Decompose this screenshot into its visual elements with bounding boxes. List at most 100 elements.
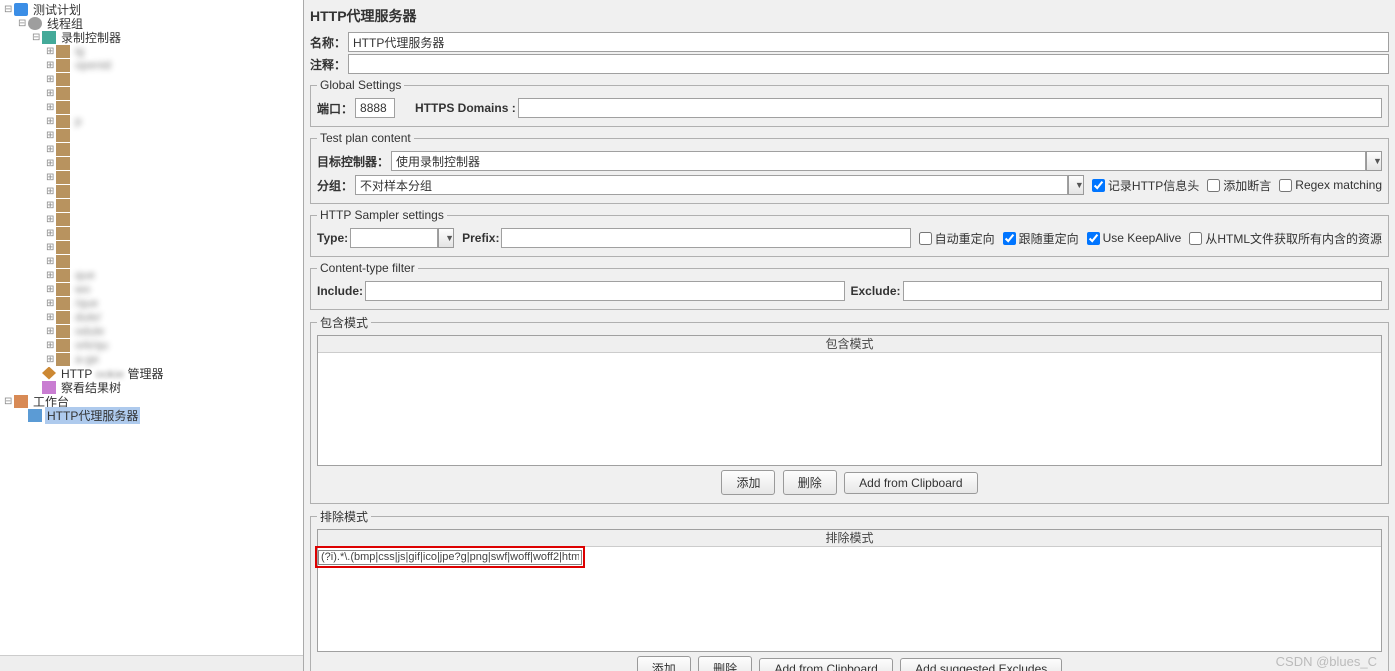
- tree-sampler[interactable]: ⊞: [46, 170, 303, 184]
- target-controller-select[interactable]: [391, 151, 1366, 171]
- tree-sampler[interactable]: ⊞: [46, 226, 303, 240]
- collapse-icon[interactable]: ⊟: [32, 32, 42, 43]
- tree-sampler[interactable]: ⊞: [46, 254, 303, 268]
- cookie-icon: [42, 367, 56, 380]
- expand-icon[interactable]: ⊞: [46, 144, 56, 155]
- add-assertion-checkbox[interactable]: [1207, 179, 1220, 192]
- tree-sampler[interactable]: ⊞: [46, 142, 303, 156]
- tree-sampler[interactable]: ⊞que: [46, 268, 303, 282]
- keepalive-checkbox[interactable]: [1087, 232, 1100, 245]
- include-patterns-fieldset: 包含模式 包含模式 添加 删除 Add from Clipboard: [310, 314, 1389, 504]
- expand-icon[interactable]: ⊞: [46, 158, 56, 169]
- add-from-clipboard-button[interactable]: Add from Clipboard: [844, 472, 977, 494]
- add-button[interactable]: 添加: [637, 656, 691, 671]
- expand-icon[interactable]: ⊞: [46, 116, 56, 127]
- expand-icon[interactable]: ⊞: [46, 102, 56, 113]
- tree-sampler[interactable]: ⊞wo: [46, 282, 303, 296]
- expand-icon[interactable]: ⊞: [46, 270, 56, 281]
- tree-sampler[interactable]: ⊞: [46, 240, 303, 254]
- exclude-pattern-row[interactable]: [318, 550, 582, 565]
- expand-icon[interactable]: ⊞: [46, 200, 56, 211]
- sampler-icon: [56, 241, 70, 254]
- grouping-label: 分组：: [317, 177, 355, 194]
- keepalive-label: Use KeepAlive: [1103, 231, 1182, 245]
- expand-icon[interactable]: ⊞: [46, 228, 56, 239]
- tree-sampler[interactable]: ⊞p: [46, 114, 303, 128]
- expand-icon[interactable]: ⊞: [46, 242, 56, 253]
- expand-icon[interactable]: ⊞: [46, 60, 56, 71]
- expand-icon[interactable]: ⊞: [46, 46, 56, 57]
- expand-icon[interactable]: ⊞: [46, 298, 56, 309]
- watermark: CSDN @blues_C: [1276, 654, 1377, 669]
- collapse-icon[interactable]: ⊟: [4, 4, 14, 15]
- expand-icon[interactable]: ⊞: [46, 326, 56, 337]
- follow-redirect-checkbox[interactable]: [1003, 232, 1016, 245]
- tree-sampler[interactable]: ⊞: [46, 128, 303, 142]
- horizontal-scrollbar[interactable]: [0, 655, 303, 671]
- delete-button[interactable]: 删除: [783, 470, 837, 495]
- dropdown-icon[interactable]: ▼: [1366, 151, 1382, 171]
- type-select[interactable]: [350, 228, 438, 248]
- expand-icon[interactable]: ⊞: [46, 354, 56, 365]
- dropdown-icon[interactable]: ▼: [1068, 175, 1084, 195]
- tree-thread-group[interactable]: ⊟ 线程组: [4, 16, 303, 30]
- retrieve-embedded-checkbox[interactable]: [1189, 232, 1202, 245]
- tree-recording-controller[interactable]: ⊟ 录制控制器: [4, 30, 303, 44]
- auto-redirect-checkbox[interactable]: [919, 232, 932, 245]
- expand-icon[interactable]: ⊞: [46, 256, 56, 267]
- tree-sampler[interactable]: ⊞/que: [46, 296, 303, 310]
- include-input[interactable]: [365, 281, 844, 301]
- sampler-icon: [56, 115, 70, 128]
- add-assertion-label: 添加断言: [1223, 177, 1271, 194]
- name-input[interactable]: [348, 32, 1389, 52]
- record-headers-checkbox[interactable]: [1092, 179, 1105, 192]
- collapse-icon[interactable]: ⊟: [18, 18, 28, 29]
- prefix-input[interactable]: [501, 228, 910, 248]
- regex-matching-checkbox[interactable]: [1279, 179, 1292, 192]
- sampler-icon: [56, 87, 70, 100]
- https-domains-input[interactable]: [518, 98, 1382, 118]
- add-suggested-excludes-button[interactable]: Add suggested Excludes: [900, 658, 1062, 671]
- port-input[interactable]: [355, 98, 395, 118]
- expand-icon[interactable]: ⊞: [46, 284, 56, 295]
- grouping-select[interactable]: [355, 175, 1068, 195]
- sampler-icon: [56, 73, 70, 86]
- expand-icon[interactable]: ⊞: [46, 172, 56, 183]
- collapse-icon[interactable]: ⊟: [4, 396, 14, 407]
- tree-cookie-manager[interactable]: HTTP ookie 管理器: [4, 366, 303, 380]
- sampler-icon: [56, 199, 70, 212]
- comment-input[interactable]: [348, 54, 1389, 74]
- sampler-icon: [56, 129, 70, 142]
- tree-sampler[interactable]: ⊞ork/qu: [46, 338, 303, 352]
- tree-sampler[interactable]: ⊞: [46, 156, 303, 170]
- target-controller-label: 目标控制器：: [317, 153, 391, 170]
- add-from-clipboard-button[interactable]: Add from Clipboard: [759, 658, 892, 671]
- tree-proxy-server[interactable]: HTTP代理服务器: [4, 408, 303, 422]
- tree-sampler[interactable]: ⊞: [46, 184, 303, 198]
- tree-sampler[interactable]: ⊞odule: [46, 324, 303, 338]
- expand-icon[interactable]: ⊞: [46, 130, 56, 141]
- expand-icon[interactable]: ⊞: [46, 214, 56, 225]
- expand-icon[interactable]: ⊞: [46, 312, 56, 323]
- tree-sampler[interactable]: ⊞: [46, 100, 303, 114]
- expand-icon[interactable]: ⊞: [46, 340, 56, 351]
- tree-sampler[interactable]: ⊞: [46, 72, 303, 86]
- include-patterns-table[interactable]: 包含模式: [317, 335, 1382, 466]
- exclude-input[interactable]: [903, 281, 1382, 301]
- tree-sampler[interactable]: ⊞a-ge: [46, 352, 303, 366]
- add-button[interactable]: 添加: [721, 470, 775, 495]
- exclude-label: Exclude:: [851, 284, 903, 298]
- tree-sampler[interactable]: ⊞: [46, 212, 303, 226]
- tree-sampler[interactable]: ⊞openid: [46, 58, 303, 72]
- delete-button[interactable]: 删除: [698, 656, 752, 671]
- expand-icon[interactable]: ⊞: [46, 74, 56, 85]
- exclude-patterns-table[interactable]: 排除模式: [317, 529, 1382, 652]
- tree-sampler[interactable]: ⊞: [46, 86, 303, 100]
- expand-icon[interactable]: ⊞: [46, 186, 56, 197]
- tree-sampler[interactable]: ⊞: [46, 198, 303, 212]
- dropdown-icon[interactable]: ▼: [438, 228, 454, 248]
- sampler-icon: [56, 101, 70, 114]
- tree-sampler[interactable]: ⊞ig: [46, 44, 303, 58]
- expand-icon[interactable]: ⊞: [46, 88, 56, 99]
- tree-sampler[interactable]: ⊞dule/: [46, 310, 303, 324]
